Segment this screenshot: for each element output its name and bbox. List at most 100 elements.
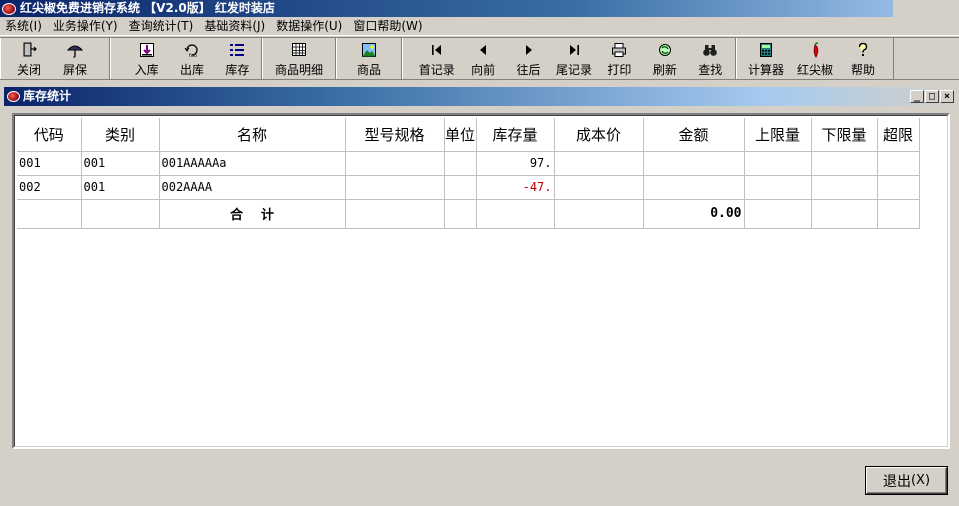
find-label: 查找 (698, 63, 723, 77)
column-header-category[interactable]: 类别 (81, 118, 160, 152)
cell-name[interactable]: 002AAAA (159, 175, 346, 200)
last-record-icon (566, 42, 582, 58)
close-window-button[interactable]: × (940, 90, 954, 103)
total-cell-empty (476, 199, 555, 229)
total-cell-empty (444, 199, 477, 229)
stock-out-label: 出库 (180, 63, 205, 77)
first-record-button[interactable]: 首记录 (413, 38, 460, 79)
cell-code[interactable]: 002 (17, 175, 82, 200)
cell-unit[interactable] (444, 175, 477, 200)
red-pepper-button[interactable]: 红尖椒 (789, 38, 841, 79)
menu-data-operation[interactable]: 数据操作(U) (271, 17, 348, 35)
table-header-row: 代码 类别 名称 型号规格 单位 库存量 成本价 金额 上限量 下限量 超限 (17, 118, 920, 152)
cell-spec[interactable] (345, 151, 445, 176)
column-header-amount[interactable]: 金额 (643, 118, 745, 152)
calculator-button[interactable]: 计算器 (743, 38, 789, 79)
column-header-name[interactable]: 名称 (159, 118, 346, 152)
child-window-title: 库存统计 (23, 89, 72, 103)
toolbar-group-stock: 入库 foo 出库 库存 (110, 38, 262, 79)
cell-upper-limit[interactable] (744, 175, 812, 200)
total-cell-empty (17, 199, 82, 229)
red-pepper-label: 红尖椒 (796, 63, 833, 77)
toolbar-group-navigation: 首记录 向前 往后 尾记录 打印 刷新 查找 (402, 38, 736, 79)
column-header-lower-limit[interactable]: 下限量 (811, 118, 878, 152)
column-header-unit[interactable]: 单位 (444, 118, 477, 152)
minimize-button[interactable]: _ (910, 90, 924, 103)
close-label: 关闭 (16, 63, 41, 77)
product-detail-label: 商品明细 (274, 63, 323, 77)
last-record-button[interactable]: 尾记录 (551, 38, 596, 79)
menu-window-help[interactable]: 窗口帮助(W) (348, 17, 428, 35)
close-button[interactable]: 关闭 (9, 38, 49, 79)
cell-category[interactable]: 001 (81, 175, 160, 200)
column-header-code[interactable]: 代码 (17, 118, 82, 152)
chili-pepper-icon (807, 42, 823, 58)
menu-bar: 系统(I) 业务操作(Y) 查询统计(T) 基础资料(J) 数据操作(U) 窗口… (0, 17, 959, 36)
screensaver-button[interactable]: 屏保 (49, 38, 101, 79)
stock-in-label: 入库 (134, 63, 159, 77)
next-icon (521, 42, 537, 58)
cell-amount[interactable] (643, 175, 745, 200)
cell-upper-limit[interactable] (744, 151, 812, 176)
inventory-list-icon (229, 42, 245, 58)
picture-icon (361, 42, 377, 58)
inventory-grid-viewport[interactable]: 代码 类别 名称 型号规格 单位 库存量 成本价 金额 上限量 下限量 超限 0… (14, 115, 948, 447)
title-bar: 红尖椒免费进销存系统 【V2.0版】 红发时装店 (0, 0, 959, 17)
next-button[interactable]: 往后 (506, 38, 551, 79)
cell-cost[interactable] (554, 175, 644, 200)
cell-quantity[interactable]: 97. (476, 151, 555, 176)
cell-quantity[interactable]: -47. (476, 175, 555, 200)
column-header-upper-limit[interactable]: 上限量 (744, 118, 812, 152)
print-label: 打印 (607, 63, 632, 77)
print-button[interactable]: 打印 (597, 38, 642, 79)
application-window: 红尖椒免费进销存系统 【V2.0版】 红发时装店 系统(I) 业务操作(Y) 查… (0, 0, 959, 506)
stock-out-button[interactable]: foo 出库 (168, 38, 215, 79)
cell-lower-limit[interactable] (811, 175, 878, 200)
toolbar-group-detail: 商品明细 (262, 38, 336, 79)
table-row[interactable]: 002 001 002AAAA -47. (17, 175, 920, 200)
toolbar-group-system: 关闭 屏保 (0, 38, 110, 79)
product-button[interactable]: 商品 (347, 38, 391, 79)
menu-query[interactable]: 查询统计(T) (124, 17, 200, 35)
column-header-quantity[interactable]: 库存量 (476, 118, 555, 152)
exit-button[interactable]: 退出 (X) (866, 467, 947, 494)
cell-name[interactable]: 001AAAAAa (159, 151, 346, 176)
previous-label: 向前 (471, 63, 496, 77)
window-title: 红尖椒免费进销存系统 【V2.0版】 红发时装店 (20, 1, 275, 15)
find-button[interactable]: 查找 (688, 38, 733, 79)
cell-amount[interactable] (643, 151, 745, 176)
refresh-button[interactable]: 刷新 (642, 38, 687, 79)
total-row: 合 计 0.00 (17, 199, 920, 229)
cell-unit[interactable] (444, 151, 477, 176)
table-row[interactable]: 001 001 001AAAAAa 97. (17, 151, 920, 176)
inventory-grid-panel: 代码 类别 名称 型号规格 单位 库存量 成本价 金额 上限量 下限量 超限 0… (12, 113, 950, 449)
refresh-label: 刷新 (652, 63, 677, 77)
column-header-over-limit[interactable]: 超限 (877, 118, 920, 152)
column-header-cost[interactable]: 成本价 (554, 118, 644, 152)
menu-system[interactable]: 系统(I) (0, 17, 48, 35)
product-detail-button[interactable]: 商品明细 (269, 38, 329, 79)
previous-button[interactable]: 向前 (460, 38, 505, 79)
menu-basic-data[interactable]: 基础资料(J) (199, 17, 271, 35)
cell-over-limit[interactable] (877, 175, 920, 200)
total-label: 合 计 (159, 199, 346, 229)
cell-code[interactable]: 001 (17, 151, 82, 176)
inventory-button[interactable]: 库存 (216, 38, 259, 79)
restore-button[interactable]: □ (925, 90, 939, 103)
menu-business[interactable]: 业务操作(Y) (48, 17, 124, 35)
cell-over-limit[interactable] (877, 151, 920, 176)
cell-cost[interactable] (554, 151, 644, 176)
help-button[interactable]: 帮助 (841, 38, 885, 79)
stock-out-icon: foo (184, 42, 200, 58)
total-cell-empty (811, 199, 878, 229)
total-cell-empty (554, 199, 644, 229)
toolbar-group-tools: 计算器 红尖椒 帮助 (736, 38, 894, 79)
inventory-table: 代码 类别 名称 型号规格 单位 库存量 成本价 金额 上限量 下限量 超限 0… (17, 118, 920, 229)
cell-category[interactable]: 001 (81, 151, 160, 176)
cell-spec[interactable] (345, 175, 445, 200)
column-header-spec[interactable]: 型号规格 (345, 118, 445, 152)
stock-in-button[interactable]: 入库 (125, 38, 168, 79)
cell-lower-limit[interactable] (811, 151, 878, 176)
total-label-text: 合 计 (229, 208, 275, 223)
previous-icon (475, 42, 491, 58)
